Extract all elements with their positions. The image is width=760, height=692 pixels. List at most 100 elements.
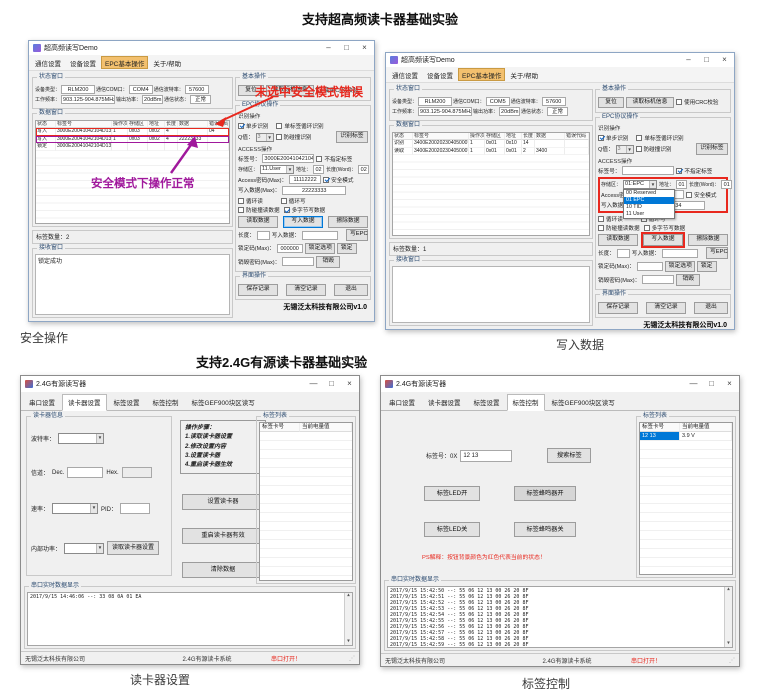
table-row[interactable]: 识别3400E2002023040500070009001110x010x101… [393,140,589,148]
close-button[interactable]: × [722,378,737,390]
minimize-button[interactable]: — [306,378,321,390]
kill-button[interactable]: 销毁 [316,256,340,268]
table-row[interactable]: 写入3000E20041042104D130...10x030x02404 [36,128,229,136]
save-record-button[interactable]: 保存记录 [598,302,638,314]
lock-field[interactable] [637,262,663,271]
write2-field[interactable] [302,231,338,240]
exit-button[interactable]: 退出 [334,284,368,296]
len2-field[interactable] [257,231,270,240]
reset-button[interactable]: 复位 [598,97,624,109]
tab-reader-settings[interactable]: 读卡器设置 [62,394,107,411]
anticoll-read-checkbox[interactable] [238,207,244,213]
wordlen-field[interactable]: 02 [358,165,369,174]
single-ident-checkbox[interactable] [238,123,244,129]
lock-button[interactable]: 锁定 [697,261,717,273]
read-data-button[interactable]: 读取数据 [598,234,638,246]
accesspwd-field[interactable]: 11112222 [289,175,321,184]
tagno-field[interactable] [622,166,674,175]
save-record-button[interactable]: 保存记录 [238,284,278,296]
rate-combo[interactable]: ▼ [52,503,98,514]
data-table[interactable]: 状态 标签号 操作次数 存储区 地址 长度 数据 错误代码 写入3000E200… [35,120,230,224]
loop-write-checkbox[interactable] [281,198,287,204]
resize-grip[interactable]: ⋰ [349,655,359,662]
identify-button[interactable]: 识别标签 [696,143,728,155]
serial-log[interactable]: 2017/9/15 14:46:06 --: 33 08 0A 01 EA ▲▼ [27,592,353,646]
read-info-button[interactable]: 读取标机信息 [626,97,674,109]
minimize-button[interactable]: — [686,378,701,390]
dropdown-option[interactable]: 00 Reserved [624,190,674,197]
tagno-field[interactable]: 3000E20041042104D1 [262,154,314,163]
tab-tag-control[interactable]: 标签控制 [147,394,185,410]
kill-field[interactable] [642,275,674,284]
write-data-button[interactable]: 写入数据 [643,234,683,246]
write-epc-button[interactable]: 写EPC [706,247,728,259]
lock-field[interactable]: 000000 [277,244,303,253]
dropdown-option[interactable]: 11 User [624,211,674,218]
addr-field[interactable]: 01 [676,180,687,189]
scroll-up-icon[interactable]: ▲ [347,593,350,599]
resize-grip[interactable]: ⋰ [729,657,739,664]
lock-options-button[interactable]: 锁定选项 [305,243,335,255]
anticoll-ident-checkbox[interactable] [276,134,282,140]
channel-dec-field[interactable] [67,467,103,478]
clear-record-button[interactable]: 清空记录 [646,302,686,314]
tab-reader-settings[interactable]: 读卡器设置 [422,394,467,410]
tab-tag-block-rw[interactable]: 标签GEF900块区读写 [546,394,621,410]
baud-combo[interactable]: ▼ [58,433,104,444]
tab-tag-settings[interactable]: 标签设置 [468,394,506,410]
single-ident-checkbox[interactable] [598,135,604,141]
dropdown-option[interactable]: 10 TID [624,204,674,211]
notag-checkbox[interactable] [676,168,682,174]
tag-list-row[interactable]: 12 13 3.9 V [640,432,732,441]
wordlen-field[interactable]: 01 [721,180,732,189]
maximize-button[interactable]: □ [339,42,354,54]
maximize-button[interactable]: □ [704,378,719,390]
close-button[interactable]: × [717,54,732,66]
restart-reader-button[interactable]: 重启读卡器有效 [182,528,264,544]
menu-comm-settings[interactable]: 通信设置 [31,56,65,69]
read-reader-config-button[interactable]: 读取读卡器设置 [107,541,159,555]
loop-read-checkbox[interactable] [598,216,604,222]
menu-device-settings[interactable]: 设备设置 [66,56,100,69]
read-data-button[interactable]: 读取数据 [238,216,278,228]
data-table[interactable]: 状态 标签号 操作次数 存储区 地址 长度 数据 错误代码 识别3400E200… [392,132,590,236]
close-button[interactable]: × [342,378,357,390]
tab-serial-settings[interactable]: 串口设置 [23,394,61,410]
safe-mode-checkbox[interactable] [686,192,692,198]
menu-epc-basic[interactable]: EPC基本操作 [458,68,505,81]
multibyte-write-checkbox[interactable] [284,207,290,213]
search-tag-button[interactable]: 搜索标签 [547,448,591,463]
storage-dropdown-list[interactable]: 00 Reserved 01 EPC 10 TID 11 User [623,189,675,219]
erase-data-button[interactable]: 擦除数据 [688,234,728,246]
lock-options-button[interactable]: 锁定选项 [665,261,695,273]
q-combo[interactable]: 3▼ [616,145,634,154]
menu-help[interactable]: 关于/帮助 [149,56,185,69]
kill-button[interactable]: 销毁 [676,274,700,286]
tab-tag-control[interactable]: 标签控制 [507,394,545,411]
tab-tag-block-rw[interactable]: 标签GEF900块区读写 [186,394,261,410]
tag-list-table[interactable]: 标签卡号 当前电量值 12 13 3.9 V [639,422,733,575]
q-combo[interactable]: 3▼ [256,133,274,142]
anticoll-ident-checkbox[interactable] [636,146,642,152]
table-row[interactable]: 锁定3000E20041042104D130... [36,143,229,151]
anticoll-read-checkbox[interactable] [598,225,604,231]
menu-epc-basic[interactable]: EPC基本操作 [101,56,148,69]
scroll-down-icon[interactable]: ▼ [727,641,730,647]
menu-device-settings[interactable]: 设备设置 [423,68,457,81]
minimize-button[interactable]: – [681,54,696,66]
dropdown-option-selected[interactable]: 01 EPC [624,197,674,204]
write-data-button[interactable]: 写入数据 [283,216,323,228]
write-epc-button[interactable]: 写EPC [346,229,368,241]
tag-led-on-button[interactable]: 标签LED开 [424,486,480,501]
clear-data-button[interactable]: 清除数据 [182,562,264,578]
kill-field[interactable] [282,257,314,266]
tag-buzzer-off-button[interactable]: 标签蜂鸣器关 [514,522,576,537]
identify-button[interactable]: 识别标签 [336,131,368,143]
pid-field[interactable] [120,503,150,514]
storage-combo[interactable]: 11.User▼ [260,165,294,174]
tab-tag-settings[interactable]: 标签设置 [108,394,146,410]
write2-field[interactable] [662,249,698,258]
tagno-field[interactable]: 12 13 [460,450,512,462]
erase-data-button[interactable]: 擦除数据 [328,216,368,228]
lock-button[interactable]: 锁定 [337,243,357,255]
